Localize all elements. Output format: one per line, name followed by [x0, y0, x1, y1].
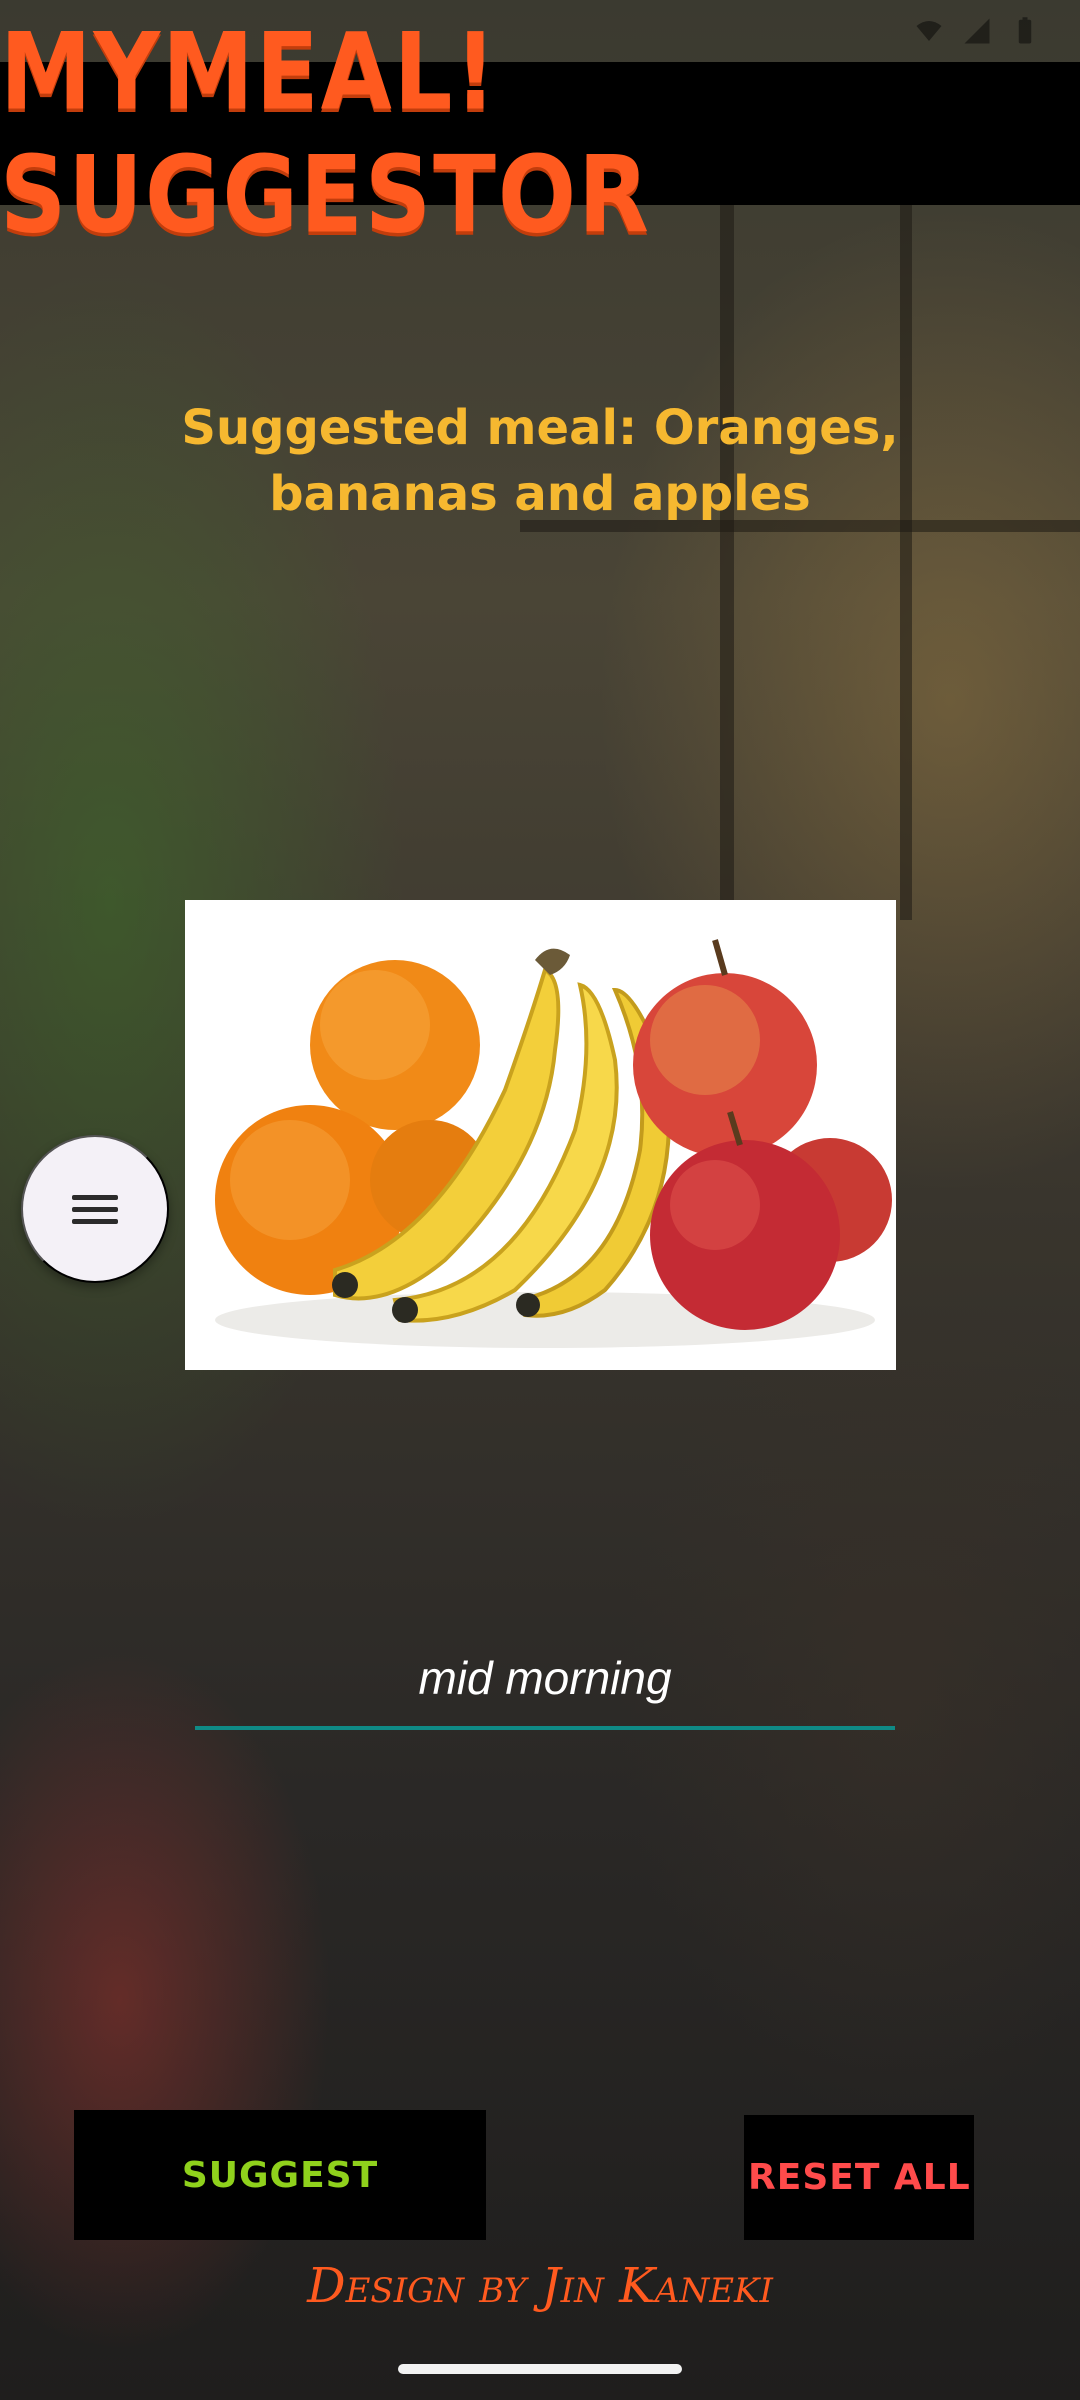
background-window-frame	[900, 200, 912, 920]
menu-button[interactable]	[21, 1135, 169, 1283]
app-title: MYMEAL! SUGGESTOR	[0, 10, 651, 257]
reset-all-button[interactable]: RESET ALL	[744, 2115, 974, 2240]
designer-credit: Design by Jin Kaneki	[307, 2258, 773, 2314]
meal-time-input[interactable]	[195, 1620, 895, 1726]
meal-time-field[interactable]	[195, 1620, 895, 1730]
meal-image	[185, 900, 896, 1370]
hamburger-menu-icon	[72, 1188, 118, 1231]
app-title-bar: MYMEAL! SUGGESTOR	[0, 10, 1080, 257]
background-window-frame	[720, 200, 734, 900]
fruit-illustration	[215, 939, 892, 1348]
home-indicator[interactable]	[398, 2364, 682, 2374]
suggested-meal-text: Suggested meal: Oranges, bananas and app…	[181, 400, 899, 522]
suggest-button[interactable]: SUGGEST	[74, 2110, 486, 2240]
